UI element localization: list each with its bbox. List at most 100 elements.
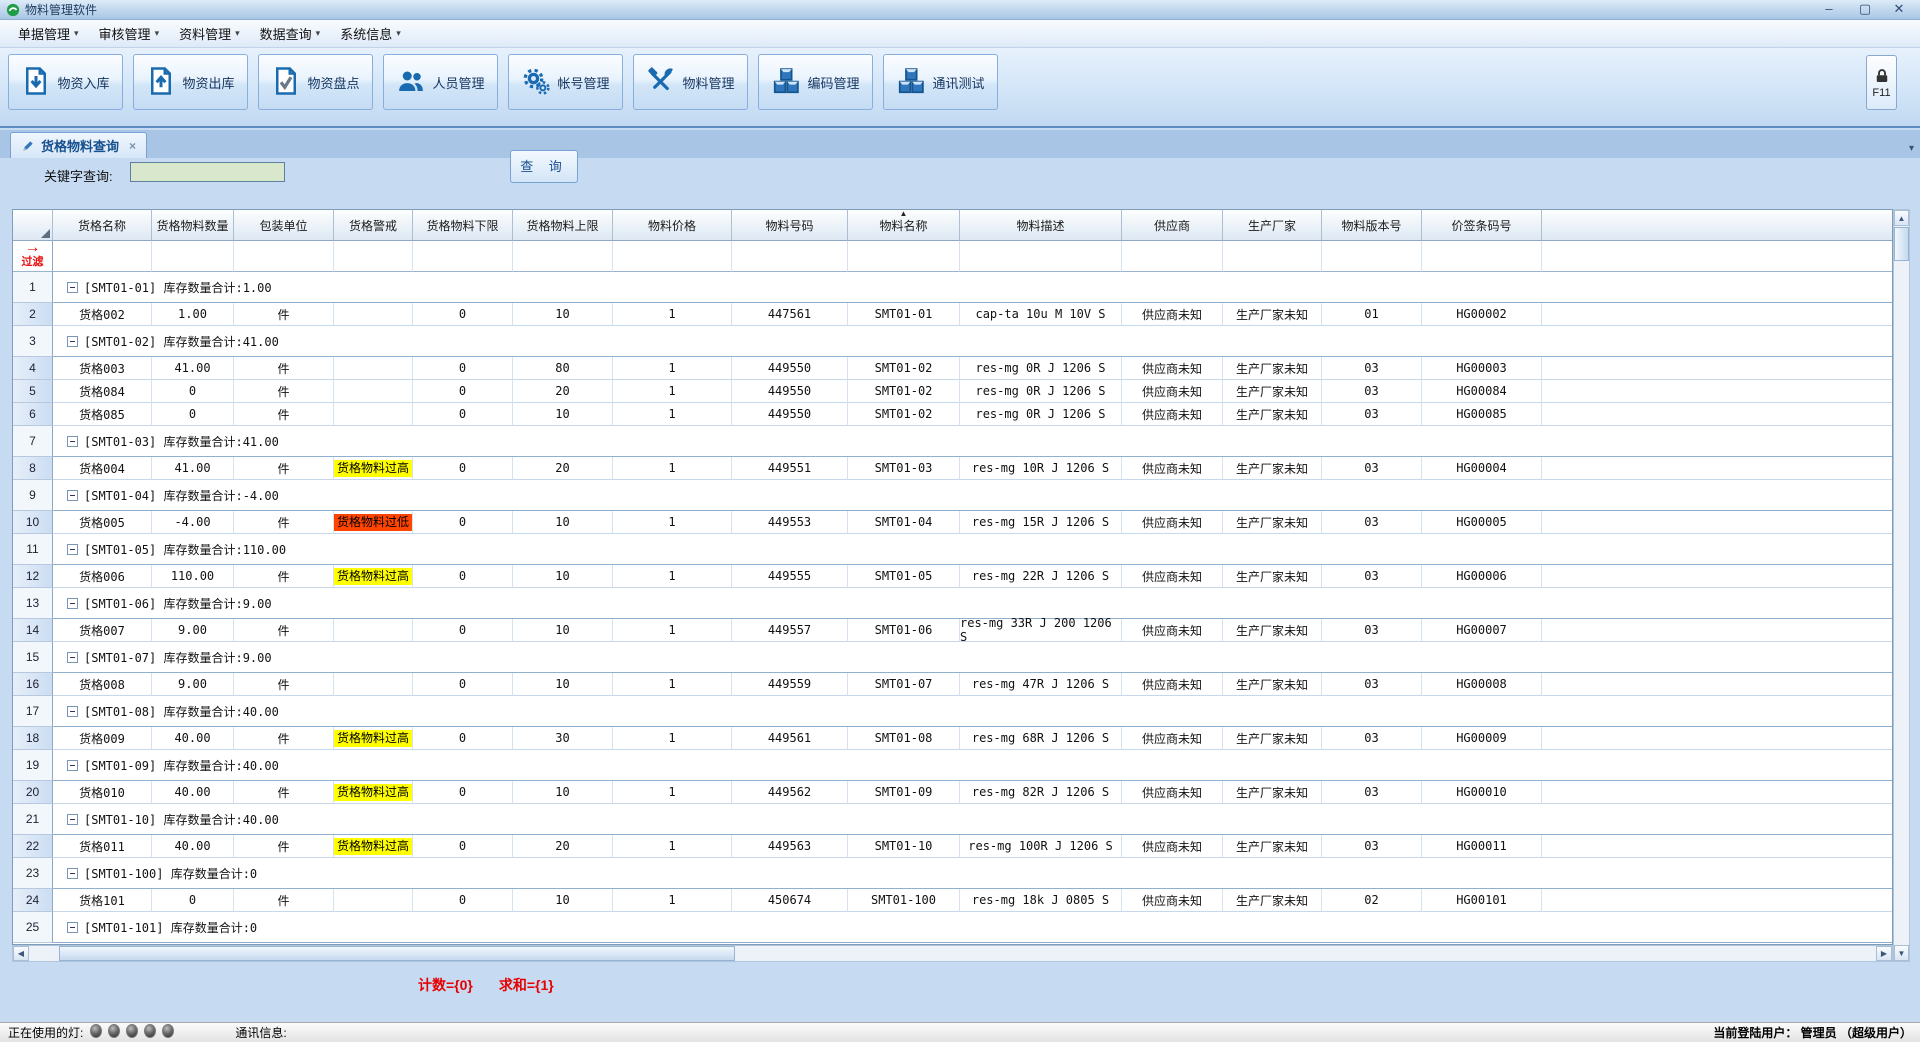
column-header-version[interactable]: 物料版本号	[1322, 210, 1422, 241]
filter-cell[interactable]	[334, 241, 413, 272]
column-header-supplier[interactable]: 供应商	[1122, 210, 1223, 241]
collapse-icon[interactable]	[67, 282, 78, 293]
row-number-cell[interactable]: 12	[13, 565, 53, 588]
group-row[interactable]: 15[SMT01-07] 库存数量合计:9.00	[13, 642, 1893, 673]
filter-cell[interactable]	[1122, 241, 1223, 272]
table-row[interactable]: 4货格00341.00件0801449550SMT01-02res-mg 0R …	[13, 357, 1893, 380]
group-row[interactable]: 9[SMT01-04] 库存数量合计:-4.00	[13, 480, 1893, 511]
table-row[interactable]: 14货格0079.00件0101449557SMT01-06res-mg 33R…	[13, 619, 1893, 642]
toolbar-button-comm-test[interactable]: 通讯测试	[883, 54, 998, 110]
horizontal-scrollbar[interactable]: ◀ ▶	[12, 945, 1893, 962]
row-number-cell[interactable]: 5	[13, 380, 53, 403]
row-number-cell[interactable]: 17	[13, 696, 53, 727]
menu-item-documents[interactable]: 单据管理▾	[8, 20, 89, 47]
scroll-down-icon[interactable]: ▼	[1894, 945, 1909, 961]
table-row[interactable]: 2货格0021.00件0101447561SMT01-01cap-ta 10u …	[13, 303, 1893, 326]
tab-close-icon[interactable]: ×	[129, 139, 136, 153]
row-number-cell[interactable]: 23	[13, 858, 53, 889]
toolbar-button-account[interactable]: 帐号管理	[508, 54, 623, 110]
collapse-icon[interactable]	[67, 436, 78, 447]
row-number-cell[interactable]: 24	[13, 889, 53, 912]
column-header-material-desc[interactable]: 物料描述	[960, 210, 1122, 241]
row-number-cell[interactable]: 11	[13, 534, 53, 565]
collapse-icon[interactable]	[67, 652, 78, 663]
filter-cell[interactable]	[1542, 241, 1893, 272]
row-number-cell[interactable]: 4	[13, 357, 53, 380]
collapse-icon[interactable]	[67, 922, 78, 933]
collapse-icon[interactable]	[67, 814, 78, 825]
column-header-material-code[interactable]: 物料号码	[732, 210, 848, 241]
table-row[interactable]: 8货格00441.00件货格物料过高0201449551SMT01-03res-…	[13, 457, 1893, 480]
row-number-cell[interactable]: 1	[13, 272, 53, 303]
toolbar-button-stock-out[interactable]: 物资出库	[133, 54, 248, 110]
toolbar-button-stock-in[interactable]: 物资入库	[8, 54, 123, 110]
column-header-pack-unit[interactable]: 包装单位	[234, 210, 334, 241]
minimize-button[interactable]: –	[1814, 1, 1844, 18]
table-row[interactable]: 18货格00940.00件货格物料过高0301449561SMT01-08res…	[13, 727, 1893, 750]
table-row[interactable]: 6货格0850件0101449550SMT01-02res-mg 0R J 12…	[13, 403, 1893, 426]
group-row[interactable]: 7[SMT01-03] 库存数量合计:41.00	[13, 426, 1893, 457]
row-number-cell[interactable]: 25	[13, 912, 53, 943]
toolbar-button-personnel[interactable]: 人员管理	[383, 54, 498, 110]
group-row[interactable]: 1[SMT01-01] 库存数量合计:1.00	[13, 272, 1893, 303]
row-number-cell[interactable]: 20	[13, 781, 53, 804]
scroll-left-icon[interactable]: ◀	[13, 946, 29, 961]
table-row[interactable]: 10货格005-4.00件货格物料过低0101449553SMT01-04res…	[13, 511, 1893, 534]
group-row[interactable]: 19[SMT01-09] 库存数量合计:40.00	[13, 750, 1893, 781]
column-header-price[interactable]: 物料价格	[613, 210, 732, 241]
toolbar-button-coding[interactable]: 编码管理	[758, 54, 873, 110]
filter-cell[interactable]	[234, 241, 334, 272]
column-header-lower-limit[interactable]: 货格物料下限	[413, 210, 513, 241]
menu-item-audit[interactable]: 审核管理▾	[89, 20, 170, 47]
row-number-cell[interactable]: 8	[13, 457, 53, 480]
filter-cell[interactable]	[732, 241, 848, 272]
tab-list-chevron-icon[interactable]: ▾	[1909, 143, 1914, 154]
menu-item-system-info[interactable]: 系统信息▾	[330, 20, 411, 47]
collapse-icon[interactable]	[67, 868, 78, 879]
row-number-cell[interactable]: 18	[13, 727, 53, 750]
row-number-cell[interactable]: 14	[13, 619, 53, 642]
column-header-filler[interactable]	[1542, 210, 1893, 241]
row-number-cell[interactable]: 22	[13, 835, 53, 858]
row-number-cell[interactable]: 9	[13, 480, 53, 511]
search-input[interactable]	[130, 162, 285, 182]
column-header-slot-qty[interactable]: 货格物料数量	[152, 210, 234, 241]
collapse-icon[interactable]	[67, 490, 78, 501]
lock-button[interactable]: F11	[1866, 55, 1897, 110]
row-number-cell[interactable]: 3	[13, 326, 53, 357]
vertical-scrollbar[interactable]: ▲ ▼	[1893, 209, 1910, 962]
group-row[interactable]: 11[SMT01-05] 库存数量合计:110.00	[13, 534, 1893, 565]
row-number-cell[interactable]: 10	[13, 511, 53, 534]
group-row[interactable]: 17[SMT01-08] 库存数量合计:40.00	[13, 696, 1893, 727]
vertical-scroll-thumb[interactable]	[1894, 227, 1909, 261]
collapse-icon[interactable]	[67, 544, 78, 555]
group-row[interactable]: 23[SMT01-100] 库存数量合计:0	[13, 858, 1893, 889]
search-button[interactable]: 查 询	[510, 150, 578, 183]
maximize-button[interactable]: ▢	[1850, 1, 1880, 18]
row-number-cell[interactable]: 16	[13, 673, 53, 696]
table-row[interactable]: 12货格006110.00件货格物料过高0101449555SMT01-05re…	[13, 565, 1893, 588]
row-number-cell[interactable]: 21	[13, 804, 53, 835]
column-header-upper-limit[interactable]: 货格物料上限	[513, 210, 613, 241]
filter-cell-header[interactable]: →过滤	[13, 241, 53, 272]
table-row[interactable]: 24货格1010件0101450674SMT01-100res-mg 18k J…	[13, 889, 1893, 912]
filter-cell[interactable]	[848, 241, 960, 272]
horizontal-scroll-thumb[interactable]	[59, 946, 735, 961]
table-row[interactable]: 16货格0089.00件0101449559SMT01-07res-mg 47R…	[13, 673, 1893, 696]
collapse-icon[interactable]	[67, 336, 78, 347]
filter-cell[interactable]	[53, 241, 152, 272]
toolbar-button-material[interactable]: 物料管理	[633, 54, 748, 110]
table-row[interactable]: 5货格0840件0201449550SMT01-02res-mg 0R J 12…	[13, 380, 1893, 403]
row-number-cell[interactable]: 19	[13, 750, 53, 781]
group-row[interactable]: 13[SMT01-06] 库存数量合计:9.00	[13, 588, 1893, 619]
group-row[interactable]: 25[SMT01-101] 库存数量合计:0	[13, 912, 1893, 943]
column-header-manufacturer[interactable]: 生产厂家	[1223, 210, 1322, 241]
filter-cell[interactable]	[1322, 241, 1422, 272]
toolbar-button-stock-check[interactable]: 物资盘点	[258, 54, 373, 110]
row-number-cell[interactable]: 6	[13, 403, 53, 426]
collapse-icon[interactable]	[67, 598, 78, 609]
column-header-slot-name[interactable]: 货格名称	[53, 210, 152, 241]
column-header-barcode[interactable]: 价签条码号	[1422, 210, 1542, 241]
scroll-up-icon[interactable]: ▲	[1894, 210, 1909, 226]
close-button[interactable]: ✕	[1884, 1, 1914, 18]
